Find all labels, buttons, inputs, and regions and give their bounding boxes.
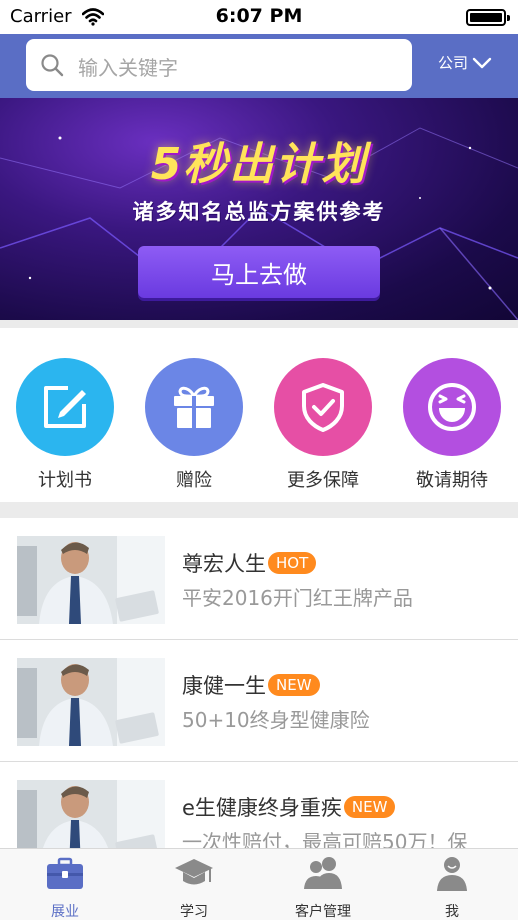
product-thumbnail bbox=[17, 658, 165, 746]
category-more-coverage[interactable]: 更多保障 bbox=[273, 358, 373, 492]
tab-me[interactable]: 我 bbox=[402, 853, 502, 920]
search-icon bbox=[41, 54, 64, 77]
gift-icon bbox=[174, 386, 214, 428]
category-more-coverage-circle bbox=[274, 358, 372, 456]
shield-check-icon bbox=[302, 383, 344, 432]
category-coming-soon[interactable]: 敬请期待 bbox=[402, 358, 502, 492]
product-description: 一次性赔付，最高可赔50万！保 bbox=[182, 830, 468, 848]
product-title-row: e生健康终身重疾 NEW bbox=[182, 792, 396, 822]
header: 输入关键字 公司 bbox=[0, 34, 518, 98]
product-description: 平安2016开门红王牌产品 bbox=[182, 586, 413, 610]
tab-label: 客户管理 bbox=[295, 904, 351, 920]
product-title: 康健一生 bbox=[182, 674, 266, 698]
businessman-image bbox=[17, 658, 165, 746]
tab-label: 展业 bbox=[51, 904, 79, 920]
promo-banner[interactable]: 5秒出计划 诸多知名总监方案供参考 马上去做 bbox=[0, 98, 518, 320]
category-label: 计划书 bbox=[38, 470, 92, 491]
product-badge: HOT bbox=[268, 552, 317, 574]
briefcase-icon bbox=[47, 857, 83, 889]
do-it-now-button[interactable]: 马上去做 bbox=[138, 246, 380, 298]
banner-subtitle: 诸多知名总监方案供参考 bbox=[132, 200, 386, 224]
graduation-cap-icon bbox=[175, 859, 213, 885]
users-icon bbox=[304, 857, 342, 889]
product-thumbnail bbox=[17, 536, 165, 624]
chevron-down-icon bbox=[472, 57, 492, 68]
category-gift[interactable]: 赠险 bbox=[144, 358, 244, 492]
product-title: 尊宏人生 bbox=[182, 552, 266, 576]
product-title-row: 康健一生 NEW bbox=[182, 670, 320, 700]
banner-title: 5秒出计划 bbox=[150, 139, 368, 190]
tab-bar: 展业 学习 客户管理 我 bbox=[0, 848, 518, 920]
edit-icon bbox=[44, 386, 86, 428]
product-badge: NEW bbox=[268, 674, 320, 696]
tab-label: 我 bbox=[445, 904, 459, 920]
category-plan-circle bbox=[16, 358, 114, 456]
product-item[interactable]: 康健一生 NEW 50+10终身型健康险 bbox=[0, 640, 518, 762]
company-dropdown[interactable]: 公司 bbox=[438, 52, 492, 73]
category-coming-soon-circle bbox=[403, 358, 501, 456]
product-description: 50+10终身型健康险 bbox=[182, 708, 370, 732]
category-grid: 计划书 赠险 更多保障 敬请期待 bbox=[0, 328, 518, 502]
category-plan[interactable]: 计划书 bbox=[15, 358, 115, 492]
smile-icon bbox=[428, 383, 476, 431]
search-input[interactable]: 输入关键字 bbox=[26, 39, 412, 91]
product-title-row: 尊宏人生 HOT bbox=[182, 548, 317, 578]
status-bar: Carrier 6:07 PM bbox=[0, 0, 518, 34]
tab-business[interactable]: 展业 bbox=[15, 853, 115, 920]
category-gift-circle bbox=[145, 358, 243, 456]
search-placeholder: 输入关键字 bbox=[78, 56, 178, 80]
product-list: 尊宏人生 HOT 平安2016开门红王牌产品 康健一生 NEW 50+10终身型… bbox=[0, 518, 518, 848]
product-badge: NEW bbox=[343, 796, 396, 818]
category-label: 更多保障 bbox=[287, 470, 359, 491]
tab-customers[interactable]: 客户管理 bbox=[273, 853, 373, 920]
product-item[interactable]: e生健康终身重疾 NEW 一次性赔付，最高可赔50万！保 bbox=[0, 762, 518, 848]
product-thumbnail bbox=[17, 780, 165, 848]
status-time: 6:07 PM bbox=[215, 5, 303, 27]
battery-icon bbox=[466, 9, 510, 26]
category-label: 敬请期待 bbox=[416, 470, 488, 491]
category-label: 赠险 bbox=[176, 470, 212, 491]
businessman-image bbox=[17, 536, 165, 624]
person-icon bbox=[437, 857, 467, 891]
product-title: e生健康终身重疾 bbox=[182, 796, 342, 820]
company-label: 公司 bbox=[438, 54, 469, 72]
product-item[interactable]: 尊宏人生 HOT 平安2016开门红王牌产品 bbox=[0, 518, 518, 640]
tab-label: 学习 bbox=[180, 904, 208, 920]
businessman-image bbox=[17, 780, 165, 848]
tab-learning[interactable]: 学习 bbox=[144, 853, 244, 920]
